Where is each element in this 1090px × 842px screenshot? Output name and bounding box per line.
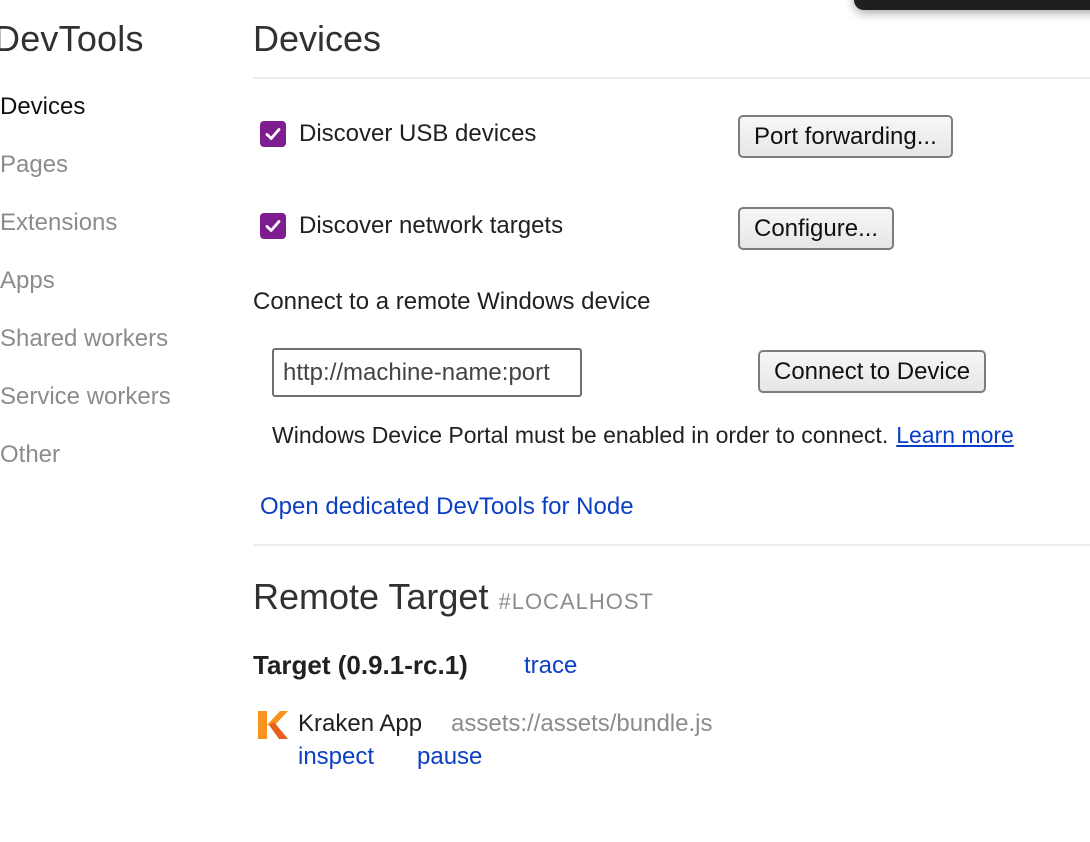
checkmark-icon (265, 128, 281, 140)
discover-network-label: Discover network targets (299, 212, 564, 239)
configure-button[interactable]: Configure... (738, 207, 895, 250)
device-portal-note-text: Windows Device Portal must be enabled in… (272, 422, 889, 448)
sidebar-item-shared-workers[interactable]: Shared workers (0, 325, 168, 353)
header-divider (253, 77, 1090, 79)
section-divider (253, 544, 1090, 546)
discover-usb-label: Discover USB devices (299, 120, 537, 147)
remote-target-heading: Remote Target #LOCALHOST (253, 576, 654, 618)
kraken-app-icon (258, 711, 288, 739)
inspect-link[interactable]: inspect (298, 743, 374, 771)
sidebar-item-extensions[interactable]: Extensions (0, 209, 117, 237)
discover-usb-checkbox[interactable] (260, 121, 286, 147)
page-title: Devices (253, 18, 382, 59)
remote-windows-label: Connect to a remote Windows device (253, 288, 651, 315)
discover-network-row: Discover network targets (260, 212, 563, 240)
app-url: assets://assets/bundle.js (451, 710, 713, 737)
port-forwarding-button[interactable]: Port forwarding... (738, 115, 953, 158)
app-name: Kraken App (298, 710, 423, 737)
learn-more-link[interactable]: Learn more (896, 422, 1014, 448)
connect-to-device-button[interactable]: Connect to Device (758, 350, 987, 393)
remote-device-url-input[interactable] (272, 348, 582, 397)
open-node-devtools-link[interactable]: Open dedicated DevTools for Node (260, 493, 634, 521)
target-name: Target (0.9.1-rc.1) (253, 650, 468, 680)
trace-link[interactable]: trace (524, 652, 577, 680)
sidebar-item-apps[interactable]: Apps (0, 267, 55, 295)
sidebar-item-devices[interactable]: Devices (0, 93, 85, 121)
remote-target-title: Remote Target (253, 576, 489, 617)
checkmark-icon (265, 220, 281, 232)
sidebar-item-other[interactable]: Other (0, 441, 60, 469)
overlay-window-edge (854, 0, 1090, 10)
sidebar-item-pages[interactable]: Pages (0, 151, 68, 179)
pause-link[interactable]: pause (417, 743, 482, 771)
device-portal-note: Windows Device Portal must be enabled in… (272, 422, 1014, 449)
discover-network-checkbox[interactable] (260, 213, 286, 239)
sidebar-item-service-workers[interactable]: Service workers (0, 383, 171, 411)
remote-target-host: #LOCALHOST (498, 589, 654, 614)
discover-usb-row: Discover USB devices (260, 120, 536, 148)
app-title: DevTools (0, 18, 144, 59)
